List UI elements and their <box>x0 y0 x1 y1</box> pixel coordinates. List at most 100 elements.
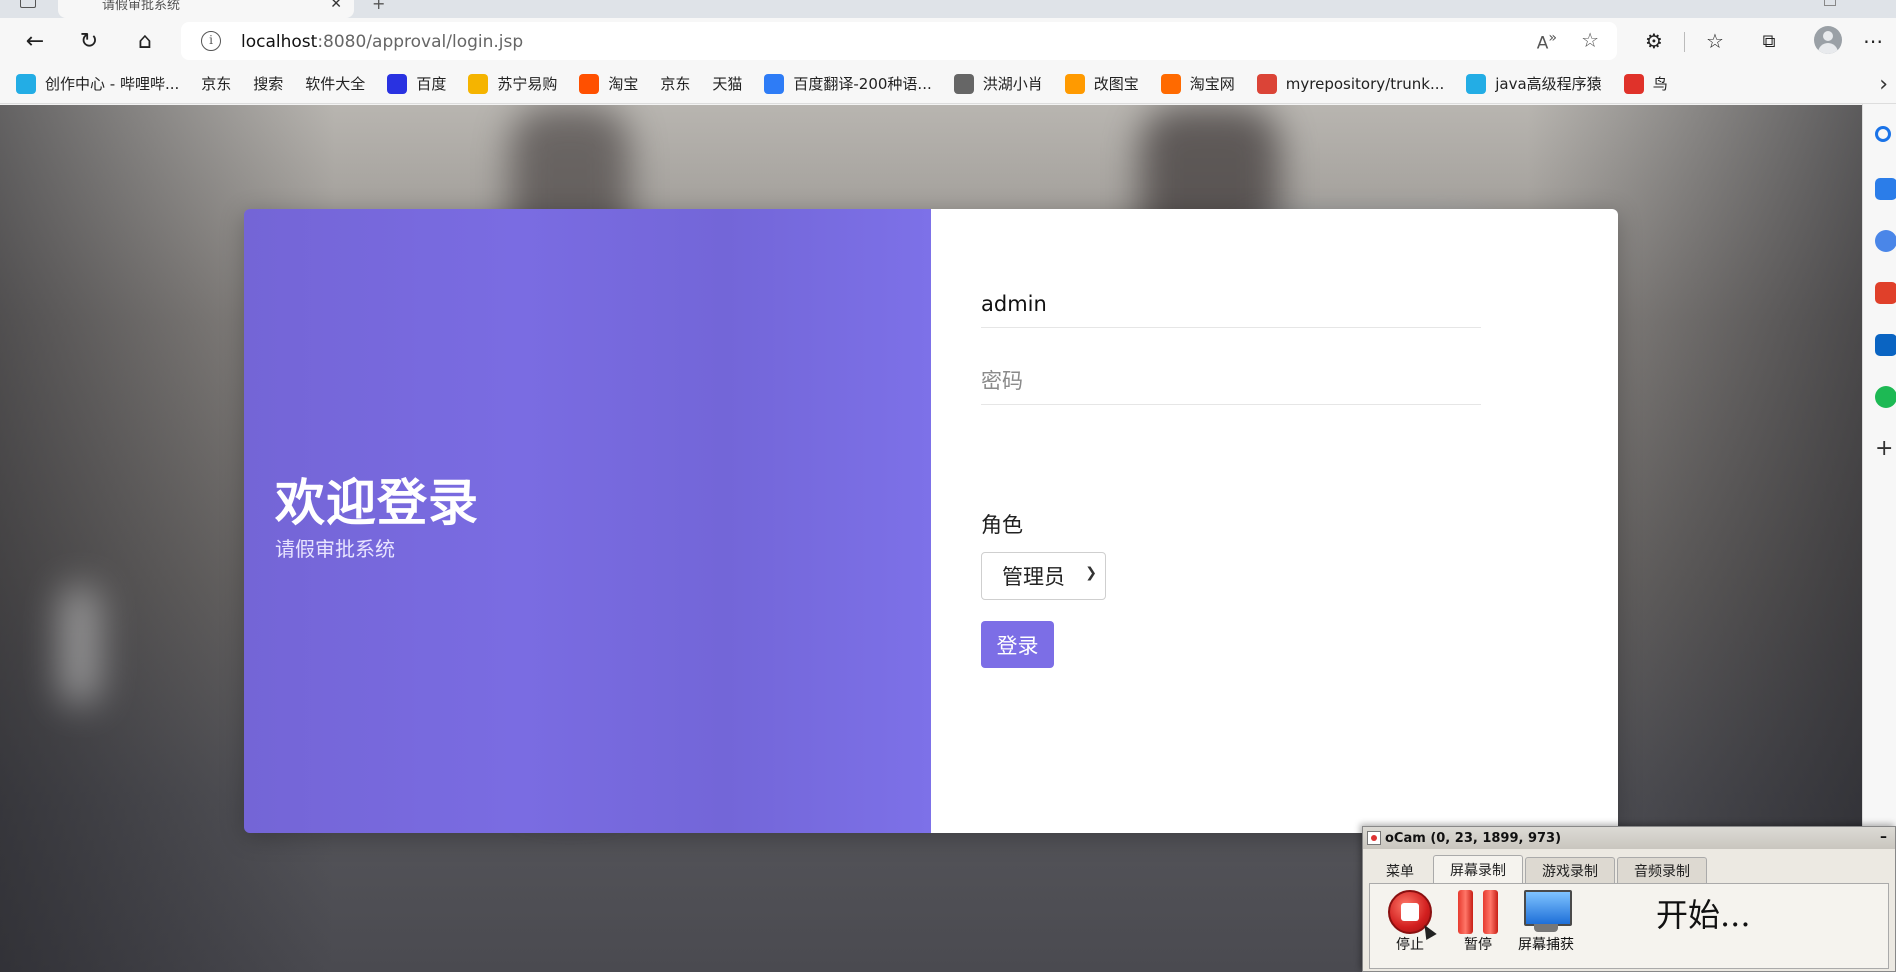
bookmark-label: java高级程序猿 <box>1495 75 1602 93</box>
ocam-titlebar[interactable]: oCam (0, 23, 1899, 973) – <box>1363 827 1895 849</box>
spotify-icon[interactable] <box>1875 386 1896 408</box>
bookmarks-overflow-icon[interactable]: › <box>1879 72 1888 97</box>
collections-icon[interactable]: ⧉ <box>1752 24 1786 58</box>
bookmark-item[interactable]: 鸟 <box>1623 64 1668 104</box>
role-label: 角色 <box>981 513 1023 537</box>
bookmark-item[interactable]: 百度翻译-200种语... <box>764 64 932 104</box>
bookmark-item[interactable]: 搜索 <box>3 64 284 187</box>
welcome-panel: 欢迎登录 请假审批系统 <box>244 209 931 833</box>
bilibili-icon <box>16 73 36 94</box>
bookmark-label: 洪湖小肖 <box>982 75 1043 93</box>
ocam-window: oCam (0, 23, 1899, 973) – 菜单 屏幕录制 游戏录制 音频录制… <box>1362 826 1896 972</box>
bookmark-item[interactable]: 软件大全 <box>3 64 366 187</box>
username-input[interactable] <box>981 280 1481 328</box>
bookmark-item[interactable]: myrepository/trunk... <box>1256 64 1445 104</box>
new-tab-icon[interactable]: + <box>372 0 385 13</box>
bookmark-label: 改图宝 <box>1093 75 1139 93</box>
toolbar-separator <box>1684 32 1685 52</box>
baidu-translate-icon <box>764 73 785 94</box>
suning-icon <box>468 73 489 94</box>
add-icon[interactable]: + <box>1875 436 1896 461</box>
tab-title: 请假审批系统 <box>102 0 181 13</box>
ocam-tab[interactable]: 游戏录制 <box>1525 857 1615 883</box>
address-bar[interactable]: i localhost:8080/approval/login.jsp A» ☆ <box>181 22 1617 60</box>
tools-icon[interactable] <box>1875 230 1896 252</box>
chevron-down-icon: ❯ <box>1085 565 1097 581</box>
bookmark-label: myrepository/trunk... <box>1285 74 1445 93</box>
gaitubao-icon <box>1064 73 1085 94</box>
ocam-tab[interactable]: 菜单 <box>1369 857 1431 883</box>
bookmark-label: 搜索 <box>253 75 284 93</box>
bookmark-item[interactable]: java高级程序猿 <box>1466 64 1602 104</box>
pause-icon <box>1458 890 1498 934</box>
bookmarks-bar: 创作中心 - 哔哩哔... 京东 搜索 软件大全 百度 苏宁易购 淘宝 京东 天猫 百度翻译-20… <box>0 64 1896 187</box>
bookmark-item[interactable]: 京东 <box>3 64 232 187</box>
read-aloud-icon[interactable]: A» <box>1537 30 1557 54</box>
bookmark-label: 鸟 <box>1652 75 1668 93</box>
bookmark-label: 苏宁易购 <box>497 75 558 93</box>
tab-actions-icon[interactable] <box>20 0 36 8</box>
ocam-tab[interactable]: 屏幕录制 <box>1433 855 1523 883</box>
extensions-icon[interactable]: ⚙ <box>1637 24 1671 58</box>
bookmark-label: 淘宝网 <box>1189 75 1235 93</box>
stop-button[interactable]: 停止 <box>1388 890 1432 954</box>
recording-status: 开始... <box>1656 896 1751 934</box>
minimize-icon[interactable]: – <box>1880 829 1887 845</box>
bookmark-label: 京东 <box>660 75 691 93</box>
office-icon[interactable] <box>1875 282 1896 304</box>
bilibili-icon <box>1466 73 1487 94</box>
ocam-controls: 停止 暂停 屏幕捕获 开始... <box>1369 883 1889 969</box>
system-subtitle: 请假审批系统 <box>275 537 395 561</box>
bookmark-item[interactable]: 苏宁易购 <box>468 64 557 104</box>
home-icon[interactable]: ⌂ <box>128 24 162 58</box>
shopping-icon[interactable] <box>1875 178 1896 200</box>
reload-icon[interactable]: ↻ <box>72 24 106 58</box>
bookmark-label: 创作中心 - 哔哩哔... <box>45 75 180 93</box>
bookmark-item[interactable]: 淘宝网 <box>1160 64 1235 104</box>
pause-label: 暂停 <box>1464 937 1492 953</box>
bookmark-label: 软件大全 <box>305 75 366 93</box>
add-favorite-icon[interactable]: ☆ <box>1581 28 1599 52</box>
bookmark-item[interactable]: 百度 <box>387 64 446 104</box>
login-form: 角色 管理员 ❯ 登录 <box>931 209 1618 833</box>
bookmark-item[interactable]: 洪湖小肖 <box>953 64 1043 104</box>
restore-window-icon[interactable] <box>1824 0 1836 6</box>
search-icon[interactable] <box>1875 126 1891 142</box>
url-host: localhost <box>241 32 318 52</box>
taobao-icon <box>1160 73 1181 94</box>
chrome-icon <box>1256 73 1277 94</box>
profile-avatar[interactable] <box>1814 26 1842 54</box>
back-icon[interactable]: ← <box>18 24 52 58</box>
bookmark-label: 京东 <box>201 75 232 93</box>
bookmark-item[interactable]: 改图宝 <box>1064 64 1139 104</box>
tab-close-icon[interactable]: ✕ <box>330 0 342 12</box>
bookmark-label: 百度 <box>416 75 447 93</box>
capture-label: 屏幕捕获 <box>1518 937 1574 953</box>
pause-button[interactable]: 暂停 <box>1458 890 1498 954</box>
password-input[interactable] <box>981 357 1481 405</box>
ocam-tab-bar: 菜单 屏幕录制 游戏录制 音频录制 <box>1369 855 1709 883</box>
bookmark-label: 淘宝 <box>608 75 639 93</box>
welcome-title: 欢迎登录 <box>275 474 479 532</box>
bookmark-item[interactable]: 天猫 <box>3 64 743 187</box>
bookmark-label: 天猫 <box>712 75 743 93</box>
ocam-tab[interactable]: 音频录制 <box>1617 857 1707 883</box>
bookmark-item[interactable]: 京东 <box>3 64 691 187</box>
url-text[interactable]: localhost:8080/approval/login.jsp <box>241 32 523 52</box>
bird-red-icon <box>1623 73 1644 94</box>
monitor-icon <box>1522 890 1572 934</box>
more-menu-icon[interactable]: ⋯ <box>1856 24 1890 58</box>
url-path: :8080/approval/login.jsp <box>317 32 524 52</box>
outlook-icon[interactable] <box>1875 334 1896 356</box>
favorites-icon[interactable]: ☆ <box>1698 24 1732 58</box>
screen-capture-button[interactable]: 屏幕捕获 <box>1518 890 1574 954</box>
bird-icon <box>953 73 974 94</box>
stop-label: 停止 <box>1396 937 1424 953</box>
browser-tab[interactable]: 请假审批系统 ✕ <box>58 0 354 18</box>
baidu-icon <box>387 73 408 94</box>
login-button[interactable]: 登录 <box>981 621 1054 668</box>
role-select[interactable]: 管理员 ❯ <box>981 552 1106 600</box>
bookmark-item[interactable]: 淘宝 <box>579 64 638 104</box>
site-info-icon[interactable]: i <box>201 31 221 51</box>
bookmark-item[interactable]: 创作中心 - 哔哩哔... <box>16 64 179 104</box>
